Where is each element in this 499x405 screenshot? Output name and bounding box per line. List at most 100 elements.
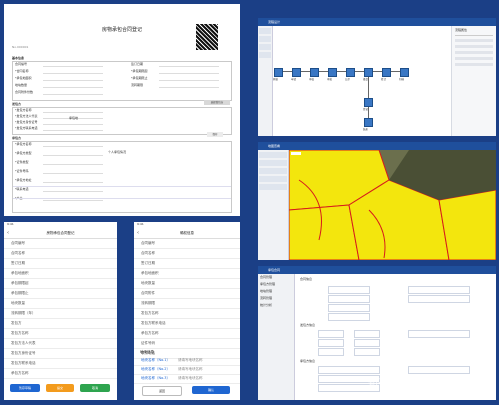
workflow-node-label: 签订 <box>381 78 387 81</box>
field-input[interactable] <box>328 286 370 294</box>
list-item-label: 发包方法人代表 <box>11 341 36 345</box>
list-item-label: 发包方联系电话 <box>141 321 166 325</box>
plot-value: 请填写地块名称 <box>178 358 203 362</box>
form-field-label: *承包方地址 <box>15 178 32 182</box>
form-input[interactable] <box>43 170 103 174</box>
form-input[interactable] <box>43 70 103 74</box>
form-input[interactable] <box>159 84 219 88</box>
list-item-label: 合同编号 <box>11 241 25 245</box>
workflow-node[interactable] <box>364 68 373 77</box>
form-field-label: 地块数量 <box>15 83 28 87</box>
form-field-label: 签订日期 <box>131 62 144 66</box>
form-field-label: *承包方类型 <box>15 151 32 155</box>
form-field-label: *发包方名称 <box>15 108 32 112</box>
field-input[interactable] <box>318 348 344 356</box>
party-b-table: *承包方名称*承包方类型*证件类型*证件号码*承包方地址*联系电话*户主 个人承… <box>12 141 232 213</box>
cancel-button[interactable]: 取消 <box>80 384 110 392</box>
workflow-node-label: 结束 <box>363 128 369 131</box>
form-input[interactable] <box>43 152 103 156</box>
workflow-node-label: 申请 <box>291 78 297 81</box>
workflow-node[interactable] <box>382 68 391 77</box>
form-field-label: *合同名称 <box>15 69 29 73</box>
field-input[interactable] <box>328 295 370 303</box>
sidebar-item[interactable]: 承包方管理 <box>258 281 294 288</box>
sidebar-item[interactable]: 统计分析 <box>258 302 294 309</box>
mobile-screen-b: 9:41 ‹ 确权信息 合同编号 合同名称 签订日期 承包地面积 地块数量 合同附件 流转期… <box>134 222 240 400</box>
detail-title: 承包合同 <box>268 268 281 272</box>
form-input[interactable] <box>43 179 103 183</box>
back-button[interactable]: 返回 <box>142 386 182 396</box>
list-item-label: 发包方 <box>11 321 22 325</box>
form-input[interactable] <box>43 91 103 95</box>
list-item-label: 承包方名称 <box>141 331 159 335</box>
list-item-label: 发包方身份证号 <box>11 351 36 355</box>
plot-label: 地块名称（No.3） <box>141 376 171 380</box>
form-input[interactable] <box>159 63 219 67</box>
form-field-label: 合同编号 <box>15 62 28 66</box>
workflow-node-label: 公示 <box>345 78 351 81</box>
plot-label: 地块名称（No.1） <box>141 358 171 362</box>
sidebar-item[interactable]: 合同管理 <box>258 274 294 281</box>
field-input[interactable] <box>328 304 370 312</box>
sidebar-item[interactable]: 地块管理 <box>258 288 294 295</box>
workflow-node[interactable] <box>364 98 373 107</box>
field-input[interactable] <box>408 330 470 338</box>
save-draft-button[interactable]: 暂存草稿 <box>10 384 40 392</box>
confirm-button[interactable]: 确认 <box>192 386 230 394</box>
workflow-node-label: 开始 <box>273 78 279 81</box>
list-item-label: 合同名称 <box>11 251 25 255</box>
field-input[interactable] <box>318 366 380 374</box>
form-input[interactable] <box>43 127 103 131</box>
form-input[interactable] <box>43 143 103 147</box>
field-input[interactable] <box>408 286 470 294</box>
form-input[interactable] <box>43 188 103 192</box>
workflow-node[interactable] <box>328 68 337 77</box>
form-input[interactable] <box>43 161 103 165</box>
form-input[interactable] <box>43 77 103 81</box>
mobile-screen-a: 9:41 ‹ 房物承包合同登记 合同编号 合同名称 签订日期 承包地面积 承包期限起 承包… <box>4 222 117 400</box>
form-input[interactable] <box>43 121 103 125</box>
side-panel-title: 流程属性 <box>455 28 468 32</box>
list-item-label: 流转期限（年） <box>11 311 36 315</box>
mobile-a-title: 房物承包合同登记 <box>46 231 75 235</box>
section-party-b: 承包方 <box>12 136 22 140</box>
form-input[interactable] <box>43 84 103 88</box>
list-item[interactable]: 承包方名称 <box>4 368 117 379</box>
field-input[interactable] <box>354 339 380 347</box>
field-input[interactable] <box>408 366 470 374</box>
select-party-a-button[interactable]: 选择发包方 <box>204 100 230 105</box>
list-item-label: 流转期限 <box>141 301 155 305</box>
field-input[interactable] <box>354 348 380 356</box>
workflow-node[interactable] <box>292 68 301 77</box>
workflow-node[interactable] <box>346 68 355 77</box>
field-input[interactable] <box>318 339 344 347</box>
workflow-node-label: 归档 <box>399 78 405 81</box>
map-canvas[interactable] <box>289 150 496 260</box>
field-input[interactable] <box>318 330 344 338</box>
list-item-label: 地块数量 <box>11 301 25 305</box>
section-basic: 基本信息 <box>12 56 25 60</box>
save-button[interactable]: 保存 <box>207 132 223 137</box>
field-input[interactable] <box>408 295 470 303</box>
field-input[interactable] <box>328 313 370 321</box>
submit-button[interactable]: 提交 <box>46 384 74 392</box>
workflow-node[interactable] <box>400 68 409 77</box>
form-input[interactable] <box>43 109 103 113</box>
map-sidebar <box>258 150 289 260</box>
watermark: 知乎 @睿智数码 <box>368 378 442 389</box>
sidebar-item[interactable]: 流转管理 <box>258 295 294 302</box>
workflow-node[interactable] <box>274 68 283 77</box>
form-input[interactable] <box>43 63 103 67</box>
plot-row[interactable]: 地块名称（No.3） 请填写地块名称 <box>134 374 240 384</box>
list-item-label: 合同编号 <box>141 241 155 245</box>
section-party-a-info: 发包方信息 <box>300 323 316 327</box>
basic-table: 合同编号 *合同名称 *承包地面积 地块数量 合同附件份数 签订日期 *承包期限起 *承包期… <box>12 61 232 101</box>
form-input[interactable] <box>159 77 219 81</box>
form-field-label: *证件类型 <box>15 160 29 164</box>
field-input[interactable] <box>354 330 380 338</box>
form-field-label: *证件号码 <box>15 169 29 173</box>
form-input[interactable] <box>159 70 219 74</box>
workflow-node[interactable] <box>364 118 373 127</box>
plot-section-title: 地块信息 <box>140 350 154 354</box>
workflow-node[interactable] <box>310 68 319 77</box>
